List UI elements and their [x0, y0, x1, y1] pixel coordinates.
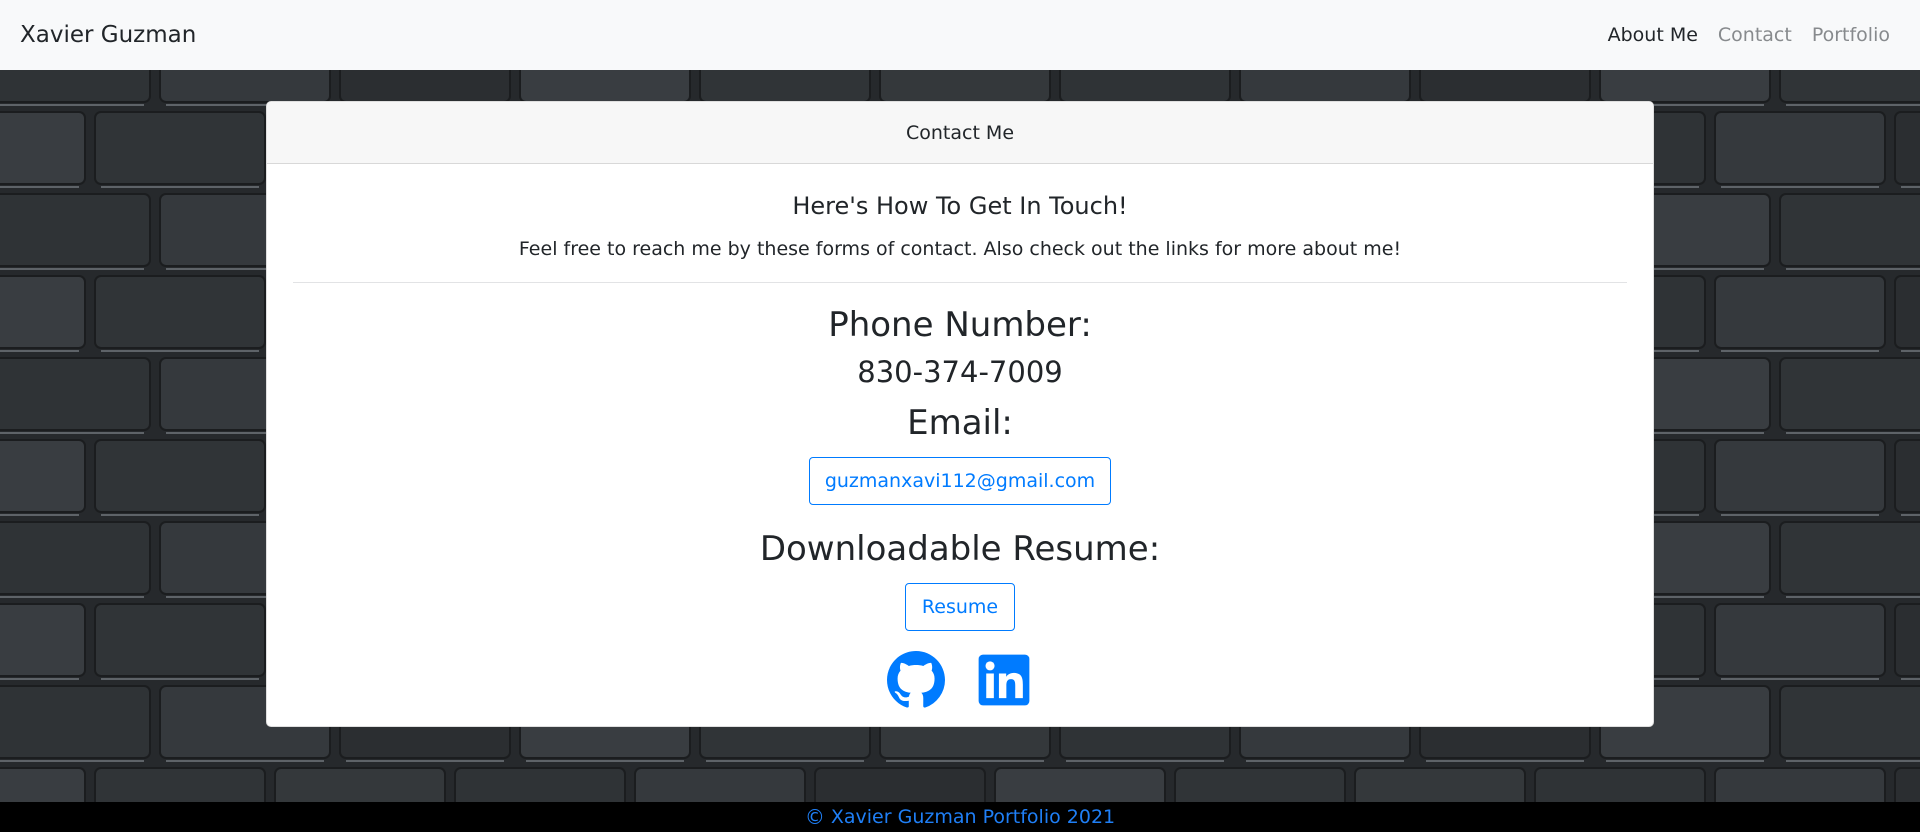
- copyright-icon: ©: [804, 805, 825, 829]
- nav-links: About Me Contact Portfolio: [1608, 24, 1900, 46]
- phone-heading: Phone Number:: [828, 305, 1092, 345]
- divider: [293, 282, 1627, 283]
- phone-number: 830-374-7009: [857, 355, 1063, 389]
- contact-card: Contact Me Here's How To Get In Touch! F…: [266, 101, 1654, 727]
- contact-title: Here's How To Get In Touch!: [792, 192, 1128, 220]
- navbar: Xavier Guzman About Me Contact Portfolio: [0, 0, 1920, 70]
- github-icon[interactable]: [887, 651, 945, 709]
- email-heading: Email:: [907, 403, 1013, 443]
- navbar-brand[interactable]: Xavier Guzman: [20, 22, 196, 48]
- card-header: Contact Me: [267, 102, 1653, 164]
- card-body: Here's How To Get In Touch! Feel free to…: [267, 192, 1653, 709]
- email-button[interactable]: guzmanxavi112@gmail.com: [808, 457, 1112, 505]
- social-links: [267, 651, 1653, 709]
- footer: © Xavier Guzman Portfolio 2021: [0, 802, 1920, 832]
- resume-button[interactable]: Resume: [904, 583, 1016, 631]
- nav-link-about[interactable]: About Me: [1608, 24, 1698, 46]
- nav-link-contact[interactable]: Contact: [1718, 24, 1792, 46]
- linkedin-icon[interactable]: [975, 651, 1033, 709]
- nav-link-portfolio[interactable]: Portfolio: [1812, 24, 1890, 46]
- contact-description: Feel free to reach me by these forms of …: [518, 238, 1402, 260]
- resume-heading: Downloadable Resume:: [759, 529, 1161, 569]
- footer-text: Xavier Guzman Portfolio 2021: [830, 806, 1116, 828]
